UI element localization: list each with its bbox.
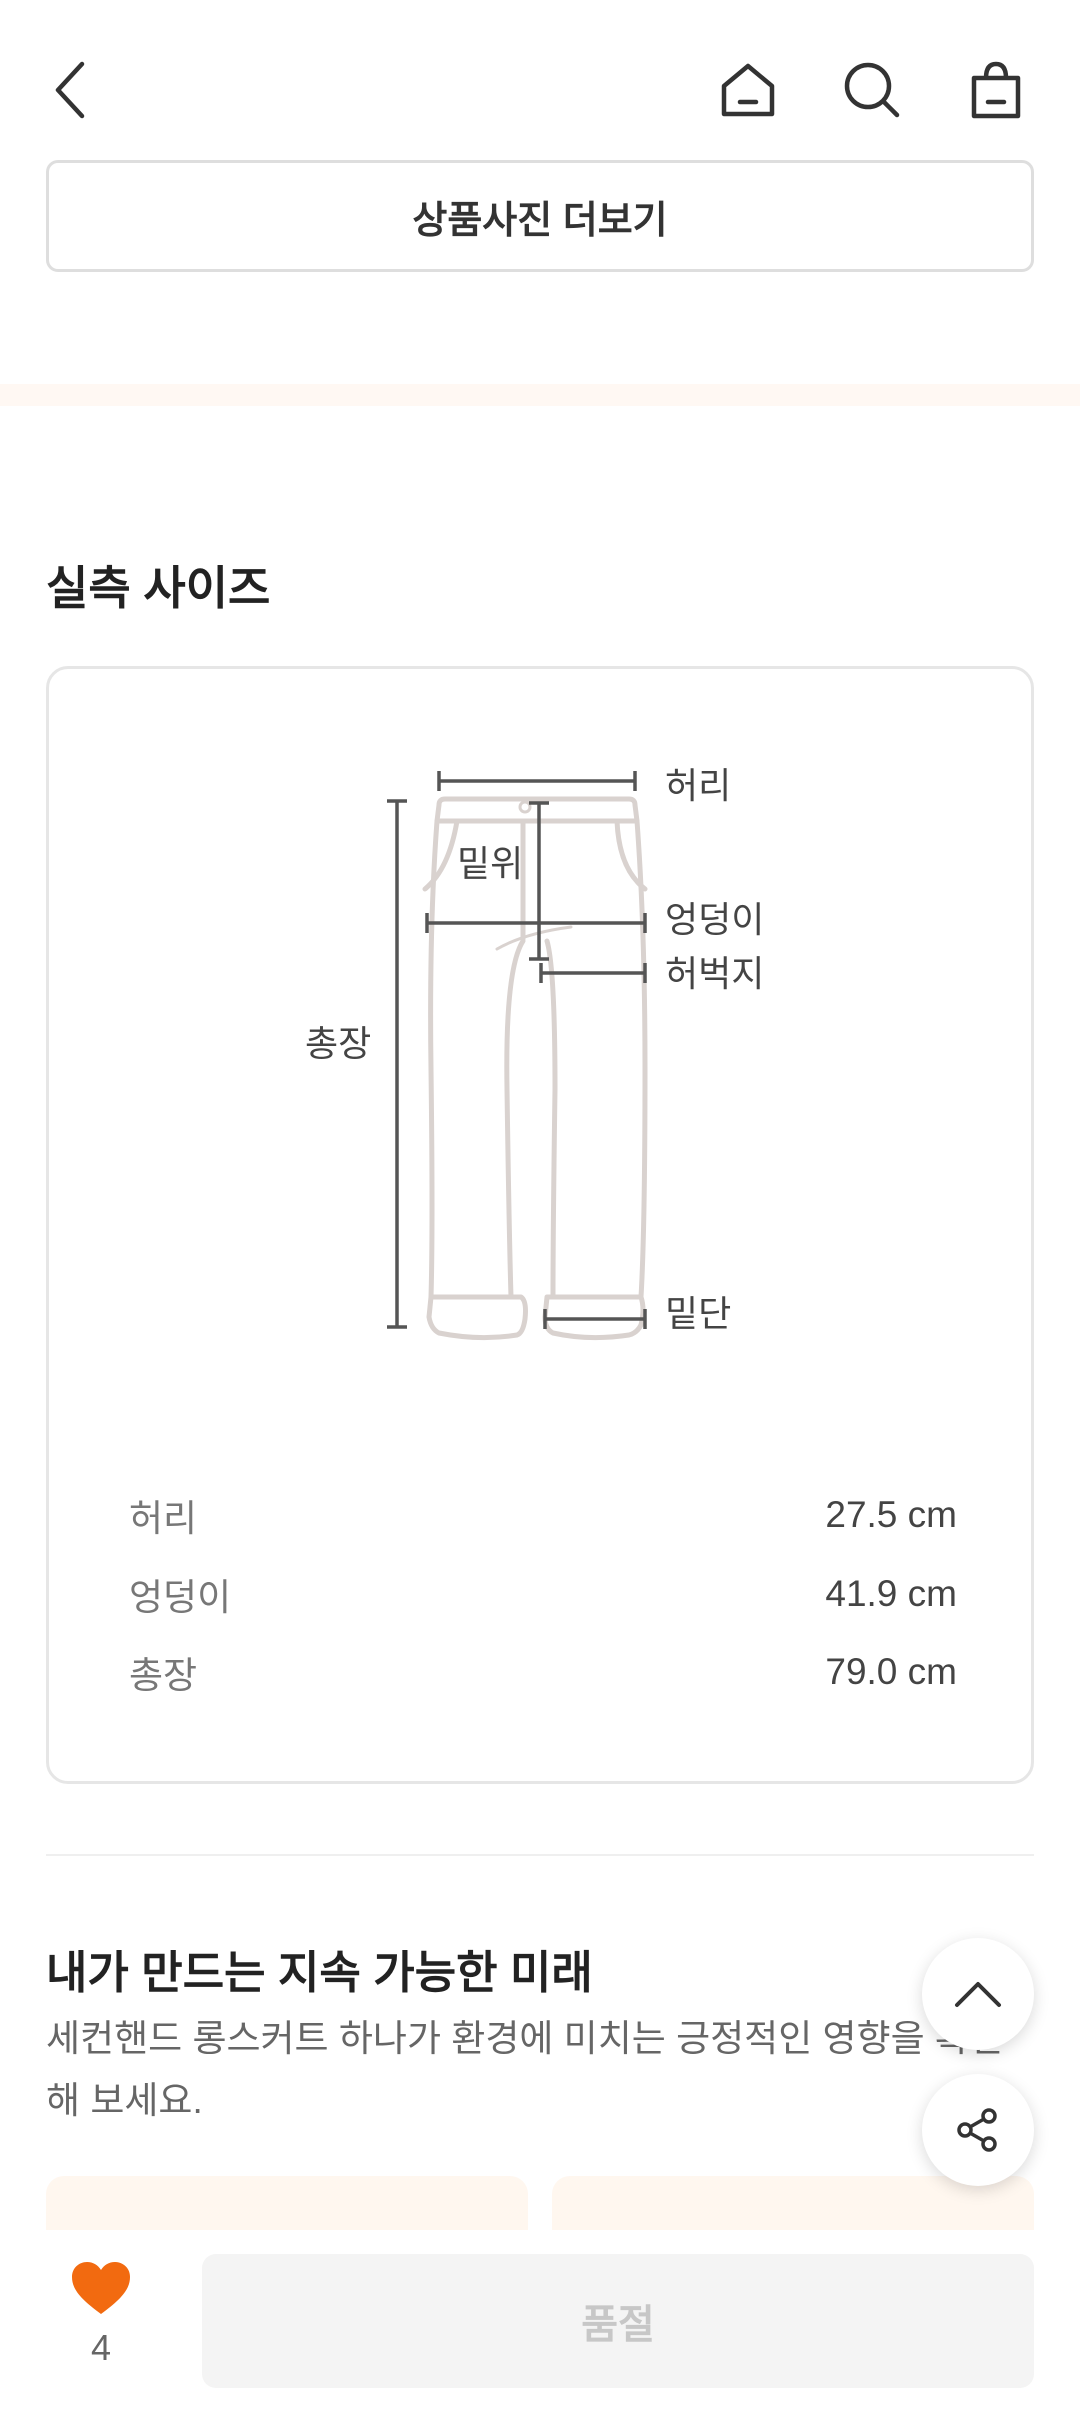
back-button[interactable] xyxy=(30,50,110,130)
shopping-bag-icon xyxy=(971,61,1021,119)
size-row-length: 총장 79.0 cm xyxy=(129,1642,957,1702)
home-button[interactable] xyxy=(708,50,788,130)
size-row-hip: 엉덩이 41.9 cm xyxy=(129,1564,957,1624)
search-button[interactable] xyxy=(832,50,912,130)
impact-card xyxy=(46,2176,528,2236)
scroll-top-button[interactable] xyxy=(922,1938,1034,2050)
size-value: 41.9 cm xyxy=(825,1573,957,1614)
more-photos-button[interactable]: 상품사진 더보기 xyxy=(46,160,1034,272)
back-arrow-icon xyxy=(55,61,85,119)
soldout-button[interactable]: 품절 xyxy=(202,2254,1034,2388)
search-icon xyxy=(844,62,900,118)
like-button[interactable]: 4 xyxy=(60,2260,142,2369)
bottom-action-bar: 4 품절 xyxy=(0,2230,1080,2411)
heart-icon xyxy=(72,2262,130,2314)
home-icon xyxy=(721,63,775,117)
size-value: 79.0 cm xyxy=(825,1651,957,1692)
size-label: 총장 xyxy=(129,1655,198,1696)
diagram-label-waist: 허리 xyxy=(665,765,732,806)
sustain-description: 세컨핸드 롱스커트 하나가 환경에 미치는 긍정적인 영향을 확인해 보세요. xyxy=(46,2018,1003,2121)
diagram-label-thigh: 허벅지 xyxy=(665,953,765,994)
section-divider xyxy=(0,384,1080,406)
size-section-title: 실측 사이즈 xyxy=(46,562,271,614)
size-card: 허리 밑위 엉덩이 허벅지 총장 밑단 허리 27.5 cm 엉덩이 41.9 … xyxy=(46,666,1034,1784)
cart-button[interactable] xyxy=(956,50,1036,130)
share-icon xyxy=(957,2108,997,2152)
size-row-waist: 허리 27.5 cm xyxy=(129,1485,957,1545)
share-button[interactable] xyxy=(922,2074,1034,2186)
impact-card xyxy=(552,2176,1034,2236)
diagram-label-hip: 엉덩이 xyxy=(665,899,765,940)
divider-line xyxy=(46,1854,1034,1856)
pants-size-diagram: 허리 밑위 엉덩이 허벅지 총장 밑단 xyxy=(49,669,1037,1429)
size-value: 27.5 cm xyxy=(825,1494,957,1535)
top-bar xyxy=(0,0,1080,160)
scroll-to-top-icon xyxy=(955,1982,1001,2007)
diagram-label-hem: 밑단 xyxy=(665,1293,732,1334)
pants-illustration xyxy=(387,771,648,1341)
size-label: 허리 xyxy=(129,1498,198,1539)
sustain-section-title: 내가 만드는 지속 가능한 미래 xyxy=(46,1947,593,1998)
diagram-label-length: 총장 xyxy=(305,1023,372,1064)
like-count: 4 xyxy=(90,2327,112,2368)
diagram-label-rise: 밑위 xyxy=(457,843,524,884)
size-label: 엉덩이 xyxy=(129,1577,232,1618)
